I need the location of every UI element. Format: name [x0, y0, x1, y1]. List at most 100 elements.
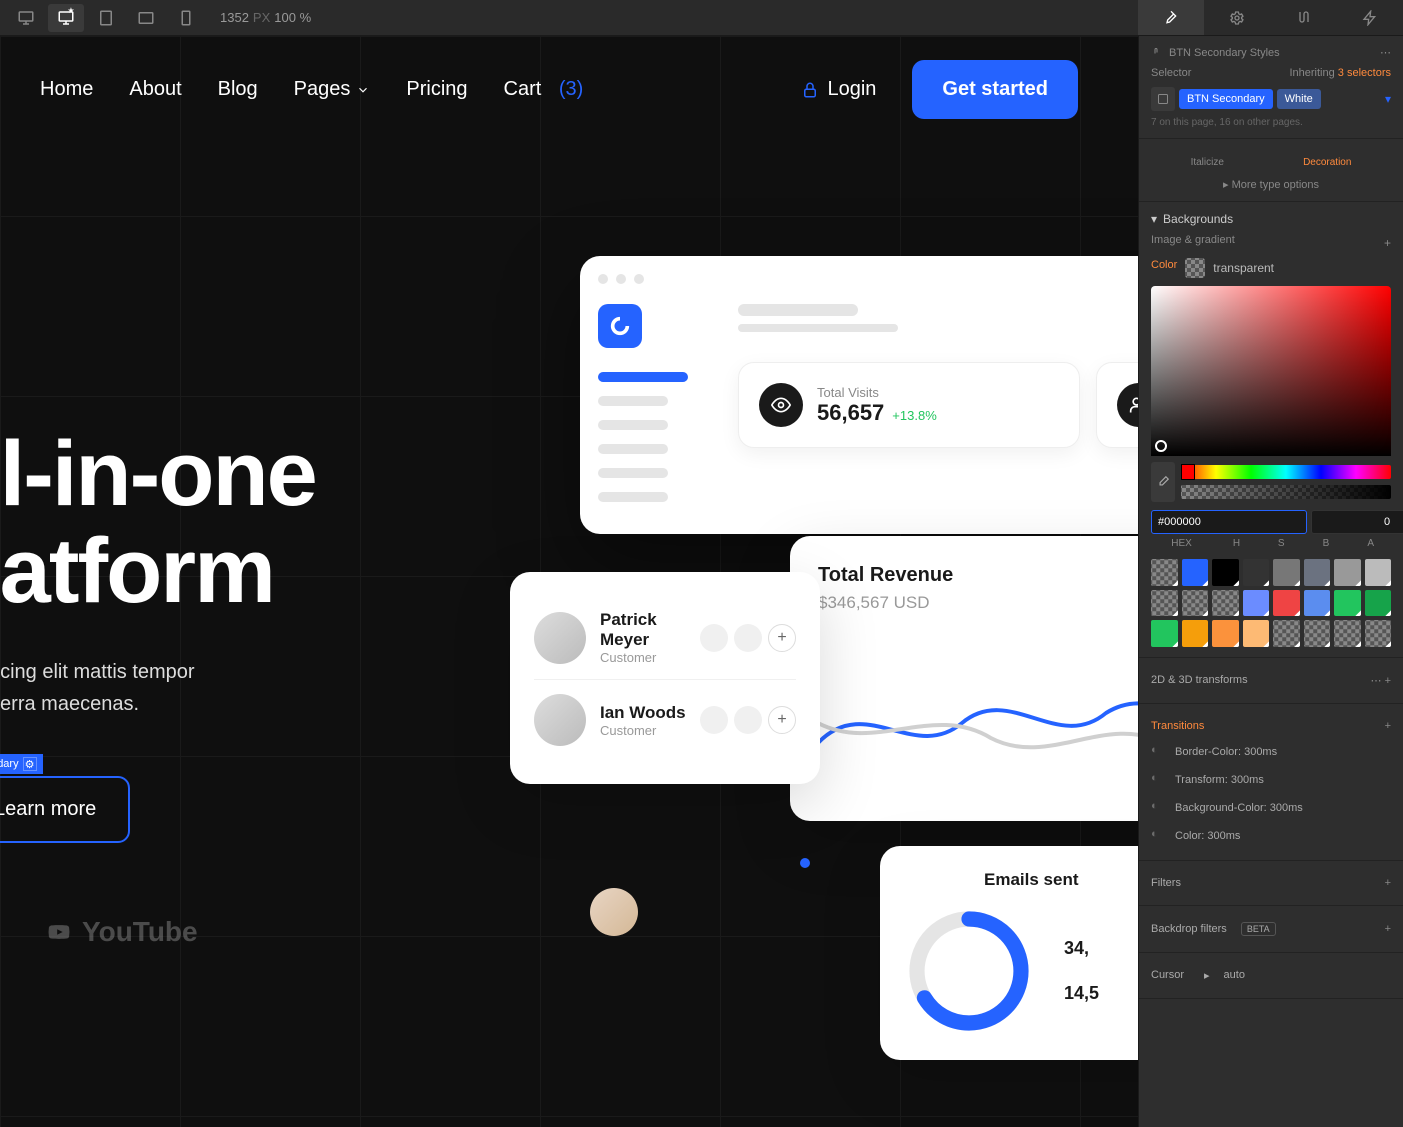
transforms-header[interactable]: 2D & 3D transforms⋯ + — [1151, 668, 1391, 693]
transition-item[interactable]: ◐Background-Color: 300ms — [1151, 794, 1391, 822]
color-swatch-grid — [1151, 559, 1391, 647]
alpha-slider[interactable] — [1181, 485, 1391, 499]
gear-icon[interactable]: ⚙ — [23, 757, 37, 771]
color-swatch[interactable] — [1334, 620, 1361, 647]
mockup-logo-icon — [598, 304, 642, 348]
breadcrumb[interactable]: BTN Secondary Styles ⋯ — [1151, 46, 1391, 59]
device-desktop[interactable]: ★ — [48, 4, 84, 32]
nav-cart[interactable]: Cart (3) — [504, 78, 584, 101]
add-icon[interactable]: + — [768, 624, 796, 652]
transition-item[interactable]: ◐Transform: 300ms — [1151, 766, 1391, 794]
chevron-down-icon — [356, 83, 370, 97]
color-swatch[interactable] — [1182, 620, 1209, 647]
class-chip[interactable]: BTN Secondary — [1179, 89, 1273, 109]
site-navigation: Home About Blog Pages Pricing Cart (3) L… — [0, 60, 1118, 119]
chevron-down-icon[interactable]: ▾ — [1385, 92, 1391, 106]
email-stat: 14,5 — [1064, 983, 1099, 1004]
selector-chips: BTN Secondary White ▾ — [1151, 87, 1391, 111]
brand-youtube: YouTube — [44, 916, 198, 948]
image-gradient-label: Image & gradient — [1151, 234, 1235, 246]
typography-style-row: Italicize Decoration — [1151, 157, 1391, 168]
class-chip[interactable]: White — [1277, 89, 1321, 109]
hex-input[interactable] — [1151, 510, 1307, 534]
backdrop-filters-header[interactable]: Backdrop filtersBETA+ — [1151, 916, 1391, 942]
color-swatch[interactable] — [1212, 559, 1239, 586]
interactions-tab[interactable] — [1271, 0, 1337, 35]
lock-icon — [801, 81, 819, 99]
settings-tab[interactable] — [1204, 0, 1270, 35]
customer-name: Ian Woods — [600, 703, 686, 723]
color-swatch[interactable] — [1334, 559, 1361, 586]
color-swatch[interactable] — [1151, 620, 1178, 647]
eyedropper-button[interactable] — [1151, 462, 1175, 502]
color-swatch[interactable] — [1365, 559, 1392, 586]
cursor-row[interactable]: Cursor▸auto — [1151, 963, 1391, 988]
learn-more-button[interactable]: Learn more — [0, 776, 130, 843]
current-color-swatch[interactable] — [1185, 258, 1205, 278]
color-swatch[interactable] — [1151, 559, 1178, 586]
color-swatch[interactable] — [1182, 559, 1209, 586]
selector-mode-toggle[interactable] — [1151, 87, 1175, 111]
color-picker-field[interactable] — [1151, 286, 1391, 456]
italicize-toggle[interactable]: Italicize — [1191, 157, 1224, 168]
hero-title: ne all-in-one cs platform — [0, 426, 316, 619]
color-swatch[interactable] — [1365, 590, 1392, 617]
customer-row: Patrick Meyer Customer + — [534, 596, 796, 680]
customers-card: Patrick Meyer Customer + Ian Woods Custo… — [510, 572, 820, 784]
transition-item[interactable]: ◐Border-Color: 300ms — [1151, 738, 1391, 766]
color-swatch[interactable] — [1304, 620, 1331, 647]
canvas-size-readout: 1352 PX 100 % — [220, 10, 311, 25]
dashboard-mockup: Total Visits 56,657+13.8% — [580, 256, 1138, 534]
avatar — [534, 694, 586, 746]
device-mobile[interactable] — [168, 4, 204, 32]
nav-about[interactable]: About — [129, 78, 181, 101]
style-tab[interactable] — [1138, 0, 1204, 35]
color-swatch[interactable] — [1334, 590, 1361, 617]
color-swatch[interactable] — [1273, 620, 1300, 647]
avatar — [534, 612, 586, 664]
color-swatch[interactable] — [1151, 590, 1178, 617]
color-swatch[interactable] — [1212, 620, 1239, 647]
stat-card-users — [1096, 362, 1138, 448]
decoration-toggle[interactable]: Decoration — [1303, 157, 1351, 168]
emails-card: Emails sent 34, 14,5 — [880, 846, 1138, 1060]
get-started-button[interactable]: Get started — [912, 60, 1078, 119]
mockup-sidebar — [598, 304, 718, 516]
customer-row: Ian Woods Customer + — [534, 680, 796, 760]
more-type-options[interactable]: ▸ More type options — [1151, 178, 1391, 191]
hue-input[interactable] — [1311, 510, 1403, 534]
backgrounds-header[interactable]: ▾ Backgrounds — [1151, 212, 1391, 226]
nav-blog[interactable]: Blog — [218, 78, 258, 101]
color-swatch[interactable] — [1365, 620, 1392, 647]
color-swatch[interactable] — [1243, 590, 1270, 617]
style-panel-toolbar — [1138, 0, 1403, 36]
color-swatch[interactable] — [1243, 559, 1270, 586]
add-icon[interactable]: + — [768, 706, 796, 734]
add-bg-button[interactable]: + — [1384, 236, 1391, 250]
eye-icon — [759, 383, 803, 427]
nav-pages[interactable]: Pages — [294, 78, 371, 101]
users-icon — [1117, 383, 1138, 427]
avatar — [590, 888, 638, 936]
color-swatch[interactable] — [1243, 620, 1270, 647]
selection-class-badge[interactable]: Secondary ⚙ — [0, 754, 43, 774]
selector-label: Selector — [1151, 67, 1191, 79]
color-swatch[interactable] — [1304, 590, 1331, 617]
effects-tab[interactable] — [1337, 0, 1403, 35]
device-desktop-large[interactable] — [8, 4, 44, 32]
customer-role: Customer — [600, 723, 686, 738]
color-swatch[interactable] — [1273, 559, 1300, 586]
color-swatch[interactable] — [1212, 590, 1239, 617]
color-swatch[interactable] — [1273, 590, 1300, 617]
color-swatch[interactable] — [1182, 590, 1209, 617]
device-tablet-landscape[interactable] — [128, 4, 164, 32]
hue-slider[interactable] — [1181, 465, 1391, 479]
nav-pricing[interactable]: Pricing — [406, 78, 467, 101]
transition-item[interactable]: ◐Color: 300ms — [1151, 822, 1391, 850]
nav-login[interactable]: Login — [801, 78, 876, 101]
color-swatch[interactable] — [1304, 559, 1331, 586]
more-icon[interactable]: ⋯ — [1380, 46, 1391, 59]
filters-header[interactable]: Filters+ — [1151, 871, 1391, 895]
nav-home[interactable]: Home — [40, 78, 93, 101]
transitions-header[interactable]: Transitions+ — [1151, 714, 1391, 738]
